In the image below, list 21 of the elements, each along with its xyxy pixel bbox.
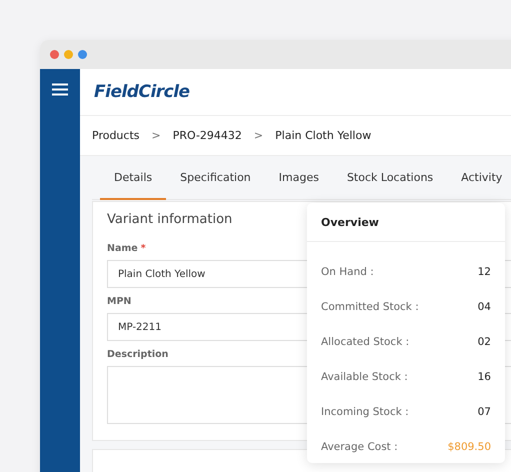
stat-value: 04 — [478, 300, 491, 312]
stat-label: Incoming Stock : — [321, 406, 409, 418]
stat-value: 16 — [478, 370, 491, 382]
stat-label: Allocated Stock : — [321, 336, 410, 348]
stat-value: 12 — [478, 266, 491, 278]
stat-value: 02 — [478, 336, 491, 348]
stat-value: $809.50 — [448, 440, 491, 452]
stat-label: Available Stock : — [321, 370, 408, 382]
breadcrumb-item: Plain Cloth Yellow — [275, 129, 372, 142]
field-label: MPN — [107, 296, 132, 307]
required-mark: * — [140, 243, 146, 254]
stat-label: On Hand : — [321, 266, 374, 278]
stat-label: Average Cost : — [321, 440, 398, 452]
field-label: Description — [107, 349, 168, 360]
stat-label: Committed Stock : — [321, 300, 419, 312]
field-label: Name — [107, 243, 138, 254]
breadcrumb-separator: > — [254, 129, 264, 142]
breadcrumb-separator: > — [152, 129, 161, 142]
section-title: Variant information — [107, 212, 232, 227]
popup-title: Overview — [307, 203, 505, 242]
stat-value: 07 — [478, 406, 491, 418]
